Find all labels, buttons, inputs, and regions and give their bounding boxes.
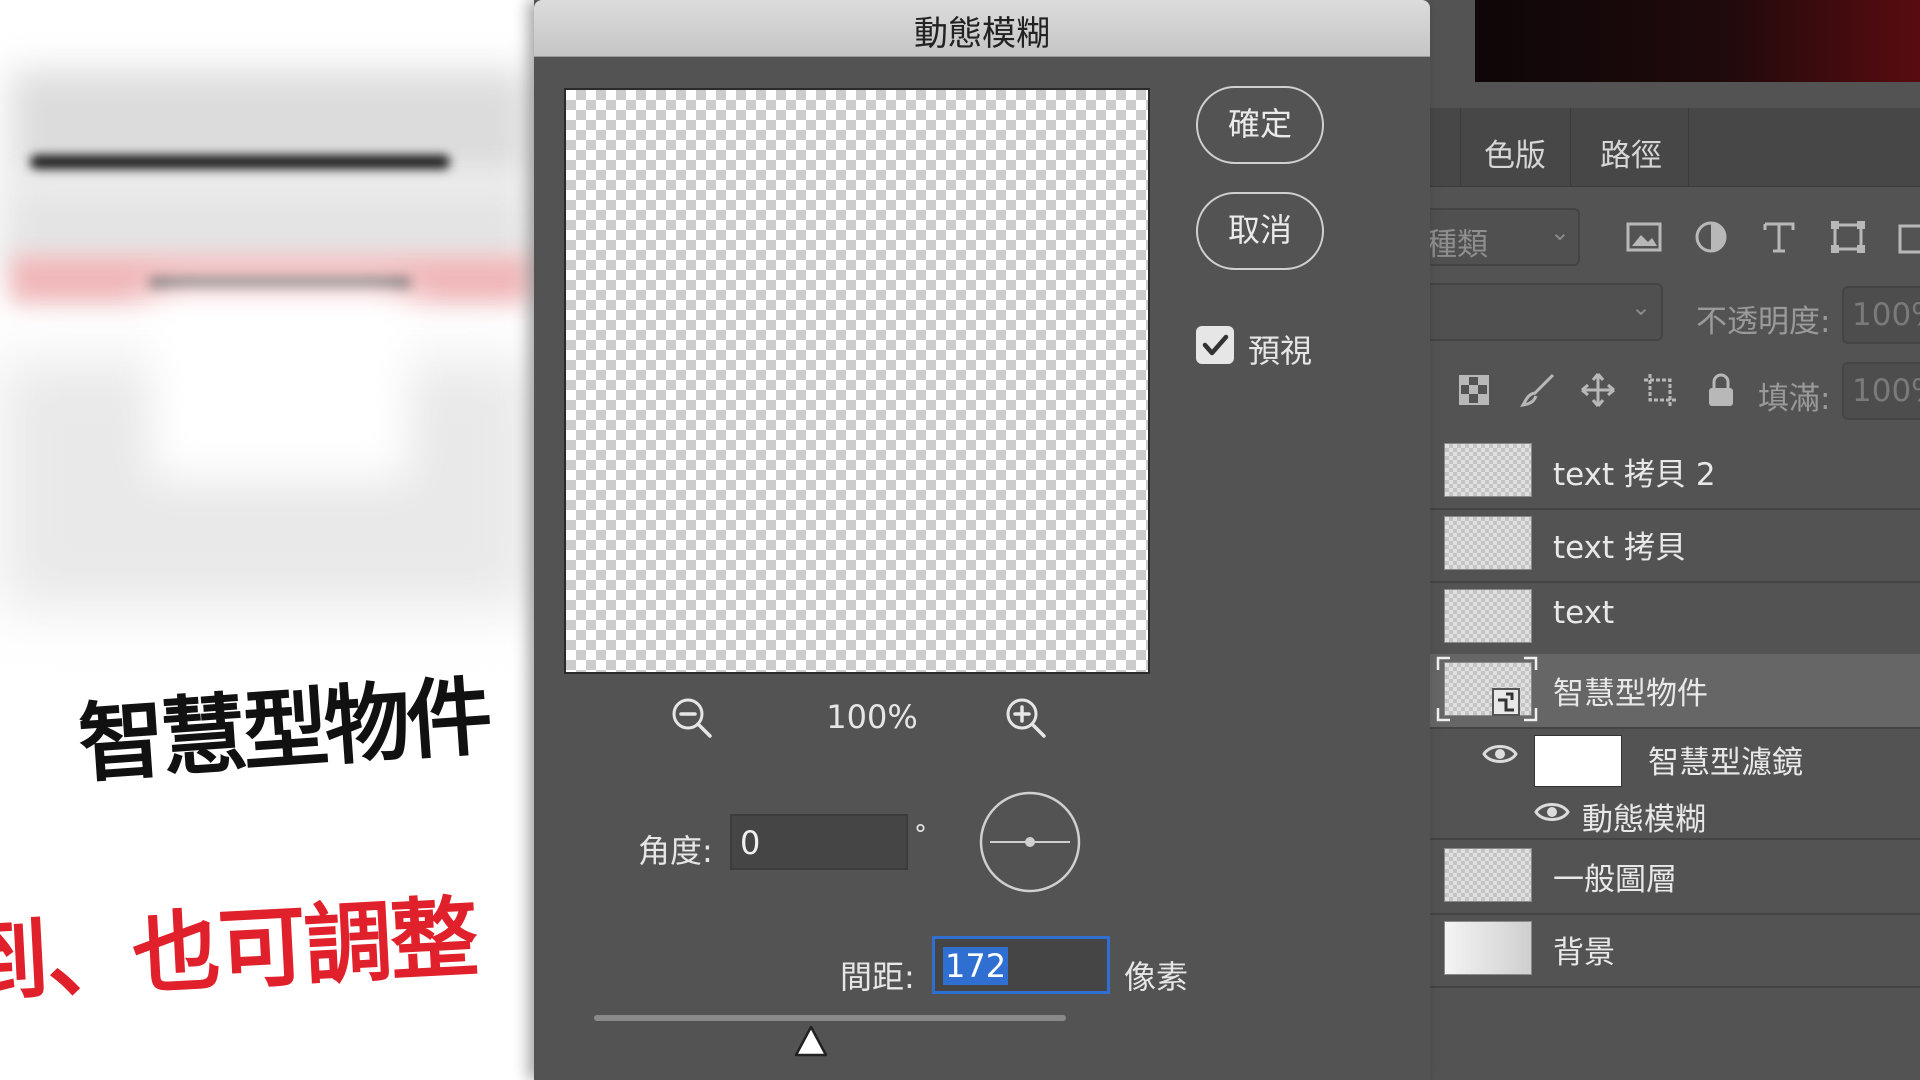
smart-filters-row[interactable]: 智慧型濾鏡 bbox=[1430, 727, 1920, 787]
blur-shape bbox=[150, 290, 410, 480]
distance-unit: 像素 bbox=[1124, 958, 1189, 996]
angle-dial[interactable] bbox=[978, 790, 1082, 894]
distance-field[interactable]: 172 bbox=[932, 936, 1110, 994]
lock-pixels-icon[interactable] bbox=[1520, 372, 1556, 408]
layer-row-selected[interactable]: 智慧型物件 bbox=[1430, 654, 1920, 729]
angle-field[interactable]: 0 bbox=[730, 814, 908, 870]
blend-mode-dropdown[interactable]: ⌄ bbox=[1430, 283, 1663, 341]
layer-row[interactable]: text 拷貝 bbox=[1430, 508, 1920, 583]
zoom-in-icon[interactable] bbox=[1004, 696, 1048, 740]
preview-label[interactable]: 預視 bbox=[1248, 326, 1312, 372]
color-swatch[interactable] bbox=[1475, 0, 1920, 82]
layer-thumbnail bbox=[1444, 516, 1532, 570]
tab-paths[interactable]: 路徑 bbox=[1600, 130, 1662, 175]
layers-panel: 色版 路徑 種類 ⌄ ⌄ 不透明度: 100% 填滿: 100% text 拷貝… bbox=[1430, 0, 1920, 1080]
smart-filters-label: 智慧型濾鏡 bbox=[1648, 745, 1803, 781]
angle-label: 角度: bbox=[638, 832, 713, 870]
distance-label: 間距: bbox=[840, 958, 915, 996]
filter-name[interactable]: 動態模糊 bbox=[1582, 794, 1706, 839]
zoom-out-icon[interactable] bbox=[670, 696, 714, 740]
distance-value: 172 bbox=[943, 947, 1009, 985]
preview-checkbox[interactable] bbox=[1196, 326, 1234, 364]
layer-name[interactable]: text 拷貝 bbox=[1553, 522, 1686, 567]
layer-name[interactable]: 背景 bbox=[1553, 927, 1615, 972]
document-canvas[interactable]: 智慧型物件 到、也可調整 bbox=[0, 0, 535, 1080]
filter-kind-dropdown[interactable]: 種類 ⌄ bbox=[1430, 208, 1580, 266]
motion-blur-dialog: 動態模糊 確定 取消 預視 100% 角度: 0 ° 間距: 172 像素 bbox=[534, 0, 1430, 1080]
chevron-down-icon: ⌄ bbox=[1549, 218, 1570, 246]
distance-slider-track[interactable] bbox=[594, 1015, 1066, 1021]
layer-row[interactable]: 一般圖層 bbox=[1430, 840, 1920, 915]
handwriting-black-text: 智慧型物件 bbox=[75, 666, 492, 796]
cancel-button[interactable]: 取消 bbox=[1196, 192, 1324, 270]
smart-object-filter-icon[interactable] bbox=[1896, 220, 1920, 254]
filter-preview[interactable] bbox=[564, 88, 1150, 674]
distance-slider-thumb[interactable] bbox=[793, 1024, 829, 1058]
layer-row[interactable]: text bbox=[1430, 581, 1920, 656]
tab-channels[interactable]: 色版 bbox=[1484, 130, 1546, 175]
selection-corners-icon bbox=[1436, 656, 1538, 722]
fill-label: 填滿: bbox=[1758, 381, 1831, 417]
handwriting-red-text: 到、也可調整 bbox=[0, 885, 479, 1016]
lock-position-icon[interactable] bbox=[1580, 372, 1616, 408]
layer-name[interactable]: text 拷貝 2 bbox=[1553, 449, 1716, 494]
image-filter-icon[interactable] bbox=[1626, 221, 1662, 253]
opacity-label: 不透明度: bbox=[1696, 304, 1831, 340]
layer-thumbnail bbox=[1444, 443, 1532, 497]
angle-unit: ° bbox=[914, 820, 927, 850]
ok-button[interactable]: 確定 bbox=[1196, 86, 1324, 164]
dialog-title: 動態模糊 bbox=[914, 14, 1050, 54]
layer-thumbnail bbox=[1444, 921, 1532, 975]
eye-icon[interactable] bbox=[1482, 742, 1518, 766]
filter-kind-label: 種類 bbox=[1430, 227, 1488, 263]
filter-row[interactable]: 動態模糊 bbox=[1430, 780, 1920, 840]
zoom-level: 100% bbox=[826, 698, 918, 736]
blur-stroke-dark bbox=[150, 278, 410, 288]
type-filter-icon[interactable] bbox=[1762, 220, 1796, 254]
layer-name[interactable]: 一般圖層 bbox=[1553, 854, 1677, 899]
dialog-titlebar[interactable]: 動態模糊 bbox=[534, 0, 1430, 57]
blur-stroke-black bbox=[30, 155, 450, 169]
panel-tabs: 色版 路徑 bbox=[1430, 108, 1920, 187]
lock-transparent-icon[interactable] bbox=[1458, 374, 1490, 406]
fill-field[interactable]: 100% bbox=[1842, 362, 1920, 420]
opacity-field[interactable]: 100% bbox=[1842, 286, 1920, 344]
shape-filter-icon[interactable] bbox=[1830, 220, 1866, 254]
chevron-down-icon: ⌄ bbox=[1630, 293, 1651, 321]
checkmark-icon bbox=[1202, 334, 1229, 356]
lock-artboard-icon[interactable] bbox=[1642, 372, 1680, 408]
layer-thumbnail bbox=[1444, 848, 1532, 902]
layer-row[interactable]: text 拷貝 2 bbox=[1430, 435, 1920, 510]
eye-icon[interactable] bbox=[1534, 800, 1570, 824]
layer-row[interactable]: 背景 bbox=[1430, 913, 1920, 988]
layer-name[interactable]: text bbox=[1553, 595, 1614, 631]
lock-all-icon[interactable] bbox=[1706, 372, 1736, 408]
layer-thumbnail bbox=[1444, 589, 1532, 643]
layer-name[interactable]: 智慧型物件 bbox=[1553, 668, 1708, 713]
adjustment-filter-icon[interactable] bbox=[1694, 220, 1728, 254]
